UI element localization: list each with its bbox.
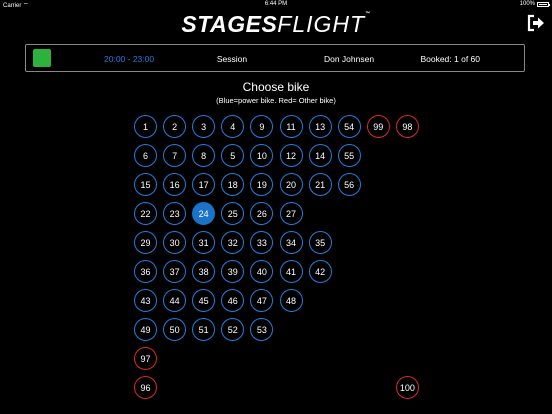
bike-6-button[interactable]: 6	[134, 144, 157, 167]
bike-48-button[interactable]: 48	[279, 289, 303, 312]
bike-41-button[interactable]: 41	[279, 260, 303, 283]
bike-44-button[interactable]: 44	[163, 289, 187, 312]
bike-96-button[interactable]: 96	[134, 376, 157, 399]
bike-38-button[interactable]: 38	[192, 260, 216, 283]
bike-23-button[interactable]: 23	[163, 202, 187, 225]
bike-24-button[interactable]: 24	[192, 202, 216, 225]
bike-32-button[interactable]: 32	[221, 231, 245, 254]
bike-55-button[interactable]: 55	[337, 144, 361, 167]
bike-21-button[interactable]: 21	[308, 173, 332, 196]
bike-37-button[interactable]: 37	[163, 260, 187, 283]
bike-99-button[interactable]: 99	[366, 115, 390, 138]
bike-98-button[interactable]: 98	[395, 115, 419, 138]
bike-14-button[interactable]: 14	[308, 144, 332, 167]
bike-8-button[interactable]: 8	[192, 144, 216, 167]
bike-4-button[interactable]: 4	[221, 115, 245, 138]
bike-30-button[interactable]: 30	[163, 231, 187, 254]
bike-49-button[interactable]: 49	[134, 318, 157, 341]
bike-35-button[interactable]: 35	[308, 231, 332, 254]
bike-47-button[interactable]: 47	[250, 289, 274, 312]
bike-17-button[interactable]: 17	[192, 173, 216, 196]
bike-19-button[interactable]: 19	[250, 173, 274, 196]
bike-11-button[interactable]: 11	[279, 115, 303, 138]
bike-50-button[interactable]: 50	[163, 318, 187, 341]
bike-7-button[interactable]: 7	[163, 144, 187, 167]
bike-10-button[interactable]: 10	[250, 144, 274, 167]
bike-39-button[interactable]: 39	[221, 260, 245, 283]
bike-15-button[interactable]: 15	[134, 173, 157, 196]
bike-22-button[interactable]: 22	[134, 202, 157, 225]
bike-20-button[interactable]: 20	[279, 173, 303, 196]
bike-46-button[interactable]: 46	[221, 289, 245, 312]
bike-16-button[interactable]: 16	[163, 173, 187, 196]
bike-100-button[interactable]: 100	[395, 376, 419, 399]
bike-51-button[interactable]: 51	[192, 318, 216, 341]
bike-29-button[interactable]: 29	[134, 231, 157, 254]
bike-31-button[interactable]: 31	[192, 231, 216, 254]
bike-54-button[interactable]: 54	[337, 115, 361, 138]
bike-12-button[interactable]: 12	[279, 144, 303, 167]
bike-3-button[interactable]: 3	[192, 115, 216, 138]
bike-13-button[interactable]: 13	[308, 115, 332, 138]
bike-26-button[interactable]: 26	[250, 202, 274, 225]
bike-56-button[interactable]: 56	[337, 173, 361, 196]
bike-25-button[interactable]: 25	[221, 202, 245, 225]
bike-45-button[interactable]: 45	[192, 289, 216, 312]
bike-1-button[interactable]: 1	[134, 115, 157, 138]
bike-52-button[interactable]: 52	[221, 318, 245, 341]
bike-2-button[interactable]: 2	[163, 115, 187, 138]
bike-18-button[interactable]: 18	[221, 173, 245, 196]
bike-grid: 1 2 3 4 9 11 13 54 99 98 6 7 8 5 10 12 14 55 15 16 17 18 19 20 2…	[0, 0, 552, 414]
bike-40-button[interactable]: 40	[250, 260, 274, 283]
bike-42-button[interactable]: 42	[308, 260, 332, 283]
bike-53-button[interactable]: 53	[250, 318, 274, 341]
bike-97-button[interactable]: 97	[134, 347, 157, 370]
bike-27-button[interactable]: 27	[279, 202, 303, 225]
bike-43-button[interactable]: 43	[134, 289, 157, 312]
bike-36-button[interactable]: 36	[134, 260, 157, 283]
bike-9-button[interactable]: 9	[250, 115, 274, 138]
bike-33-button[interactable]: 33	[250, 231, 274, 254]
bike-5-button[interactable]: 5	[221, 144, 245, 167]
bike-34-button[interactable]: 34	[279, 231, 303, 254]
